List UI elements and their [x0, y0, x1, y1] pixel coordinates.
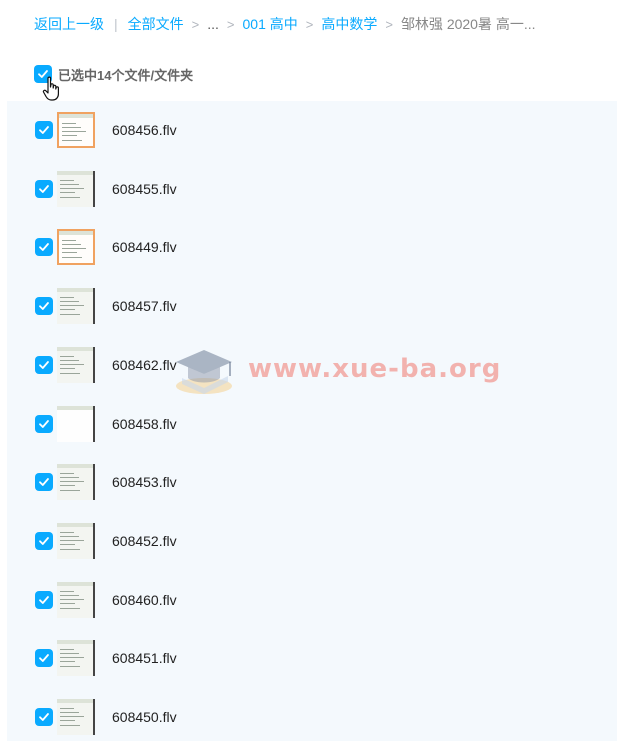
- checkmark-icon: [39, 360, 49, 369]
- file-row[interactable]: 608449.flv: [7, 218, 617, 276]
- file-name[interactable]: 608457.flv: [112, 298, 177, 314]
- video-thumbnail[interactable]: [57, 640, 95, 677]
- checkmark-icon: [39, 302, 49, 310]
- video-thumbnail[interactable]: [57, 170, 95, 207]
- breadcrumb-level-2[interactable]: 高中数学: [321, 14, 377, 34]
- file-checkbox[interactable]: [35, 238, 53, 257]
- file-row[interactable]: 608456.flv: [7, 101, 617, 159]
- breadcrumb-current: 邹林强 2020暑 高一...: [400, 16, 536, 32]
- file-row[interactable]: 608452.flv: [7, 512, 617, 570]
- checkmark-icon: [39, 184, 49, 193]
- checkmark-icon: [39, 654, 49, 663]
- video-thumbnail[interactable]: [57, 112, 95, 148]
- file-row[interactable]: 608451.flv: [7, 629, 617, 687]
- chevron-right-icon: >: [226, 16, 235, 32]
- chevron-right-icon: >: [385, 16, 393, 32]
- selection-count-label: 已选中14个文件/文件夹: [58, 67, 194, 83]
- file-checkbox[interactable]: [35, 121, 53, 139]
- checkmark-icon: [39, 126, 49, 134]
- checkmark-icon: [39, 419, 49, 428]
- chevron-right-icon: >: [191, 16, 200, 32]
- file-name[interactable]: 608451.flv: [112, 650, 177, 666]
- file-checkbox[interactable]: [35, 179, 53, 198]
- hand-pointer-icon: [42, 76, 59, 101]
- breadcrumb-divider: |: [114, 16, 118, 32]
- video-thumbnail[interactable]: [57, 581, 95, 618]
- file-checkbox[interactable]: [35, 355, 53, 374]
- file-row[interactable]: 608462.flv: [7, 336, 617, 394]
- breadcrumb-level-1[interactable]: 001 高中: [243, 14, 298, 34]
- file-checkbox[interactable]: [35, 414, 53, 433]
- checkmark-icon: [39, 478, 49, 487]
- video-thumbnail[interactable]: [57, 346, 95, 383]
- file-list: 608456.flv 608455.flv 608449.flv 608457.flv…: [7, 101, 617, 741]
- file-checkbox[interactable]: [35, 649, 53, 668]
- video-thumbnail[interactable]: [57, 699, 95, 735]
- breadcrumb-all-files[interactable]: 全部文件: [128, 14, 184, 34]
- file-row[interactable]: 608457.flv: [7, 277, 617, 335]
- video-thumbnail[interactable]: [57, 464, 95, 501]
- file-checkbox[interactable]: [35, 590, 53, 609]
- file-name[interactable]: 608458.flv: [112, 416, 177, 432]
- breadcrumb-ellipsis[interactable]: ...: [207, 16, 219, 32]
- video-thumbnail[interactable]: [57, 522, 95, 559]
- video-thumbnail[interactable]: [57, 288, 95, 325]
- file-name[interactable]: 608455.flv: [112, 181, 177, 197]
- file-name[interactable]: 608453.flv: [112, 474, 177, 490]
- file-name[interactable]: 608449.flv: [112, 239, 177, 255]
- file-checkbox[interactable]: [35, 473, 53, 492]
- file-name[interactable]: 608462.flv: [112, 357, 177, 373]
- back-link[interactable]: 返回上一级: [34, 14, 104, 34]
- video-thumbnail[interactable]: [57, 229, 95, 266]
- chevron-right-icon: >: [305, 16, 314, 32]
- file-row[interactable]: 608450.flv: [7, 688, 617, 741]
- checkmark-icon: [39, 713, 49, 721]
- file-row[interactable]: 608455.flv: [7, 160, 617, 218]
- file-name[interactable]: 608456.flv: [112, 122, 177, 138]
- file-checkbox[interactable]: [35, 708, 53, 726]
- file-checkbox[interactable]: [35, 531, 53, 550]
- checkmark-icon: [39, 536, 49, 545]
- breadcrumb: 返回上一级 | 全部文件 > ... > 001 高中 > 高中数学 > 邹林强…: [34, 14, 536, 34]
- checkmark-icon: [39, 595, 49, 604]
- file-name[interactable]: 608452.flv: [112, 533, 177, 549]
- file-row[interactable]: 608453.flv: [7, 453, 617, 511]
- file-checkbox[interactable]: [35, 297, 53, 316]
- file-name[interactable]: 608460.flv: [112, 592, 177, 608]
- file-row[interactable]: 608460.flv: [7, 571, 617, 629]
- file-name[interactable]: 608450.flv: [112, 709, 177, 725]
- video-thumbnail[interactable]: [57, 405, 95, 442]
- checkmark-icon: [39, 243, 49, 252]
- file-row[interactable]: 608458.flv: [7, 395, 617, 453]
